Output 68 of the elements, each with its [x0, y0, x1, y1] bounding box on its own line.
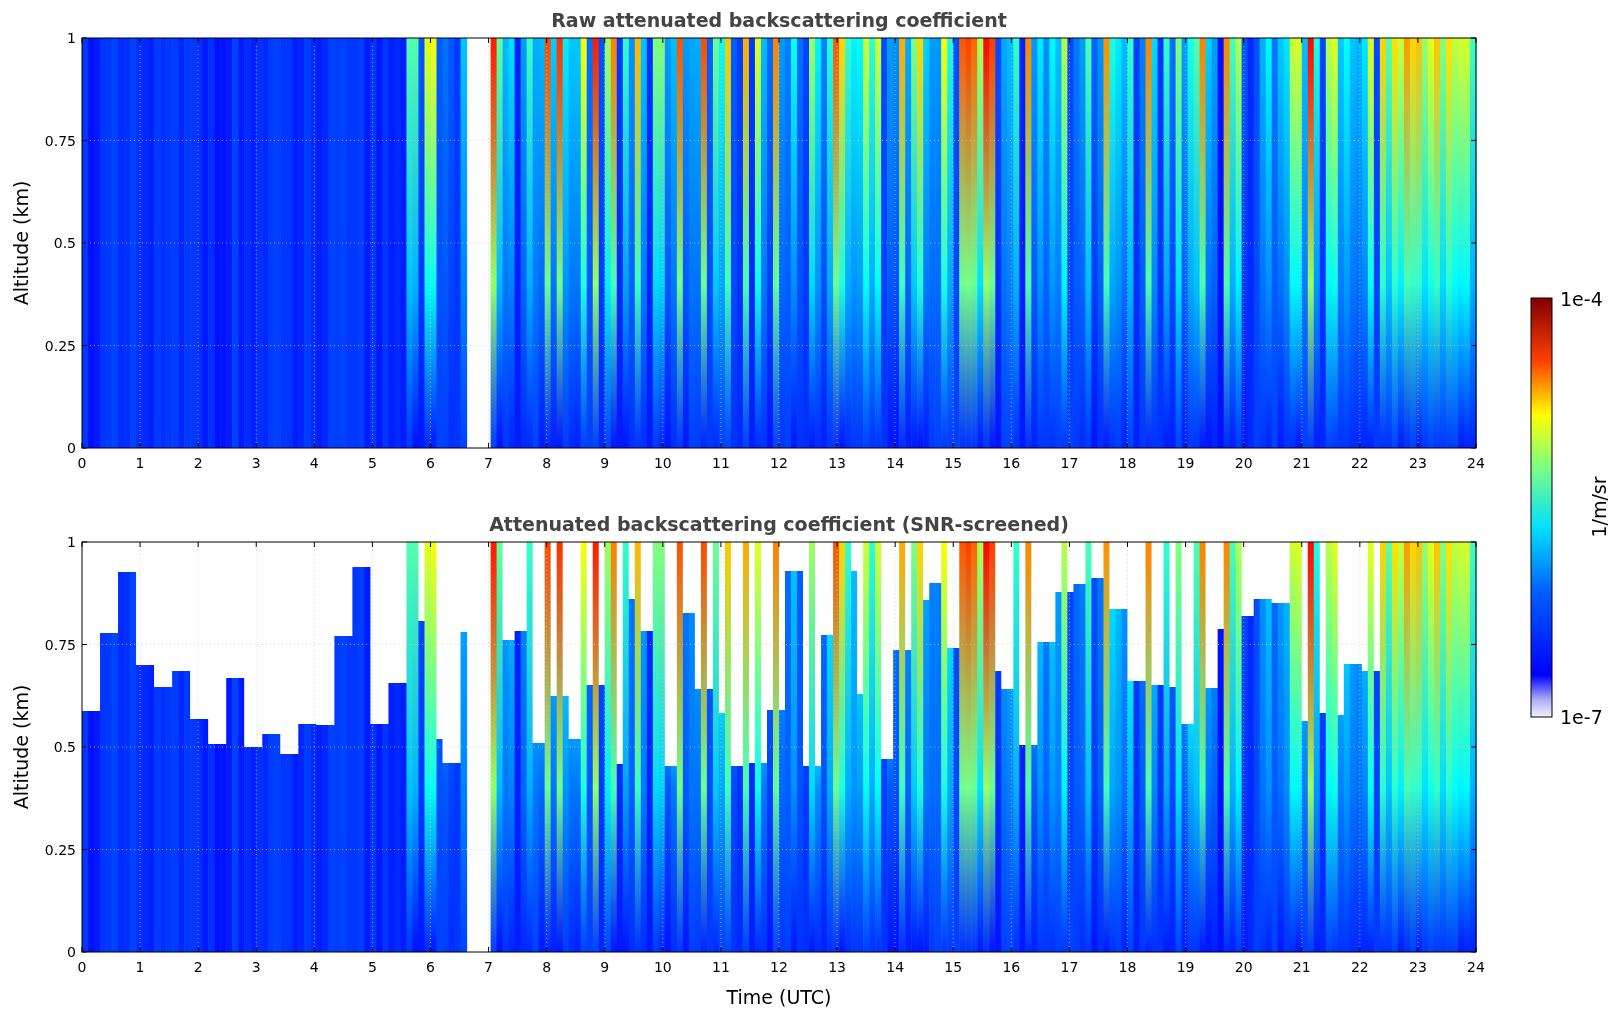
tick-label: 7 — [484, 959, 494, 975]
tick-label: 1 — [135, 959, 145, 975]
tick-label: 0.75 — [44, 132, 76, 149]
tick-label: 21 — [1292, 455, 1311, 471]
tick-label: 23 — [1409, 959, 1427, 975]
tick-label: 16 — [1002, 959, 1021, 975]
tick-label: 0 — [67, 440, 76, 456]
tick-label: 0.5 — [53, 739, 76, 755]
tick-label: 2 — [193, 455, 203, 471]
tick-label: 17 — [1060, 455, 1079, 471]
tick-label: 0 — [77, 455, 87, 471]
tick-label: 0.25 — [44, 841, 76, 858]
tick-label: 21 — [1292, 959, 1311, 975]
tick-label: 8 — [542, 455, 552, 471]
tick-label: 3 — [251, 959, 261, 975]
tick-label: 23 — [1409, 455, 1427, 471]
tick-label: 7 — [484, 455, 494, 471]
tick-label: 12 — [770, 959, 788, 975]
tick-label: 14 — [886, 455, 905, 471]
tick-label: 22 — [1350, 959, 1369, 975]
tick-label: 0 — [77, 959, 87, 975]
tick-label: 0.5 — [53, 235, 76, 251]
tick-label: 11 — [712, 455, 730, 471]
axis-label: Altitude (km) — [10, 684, 32, 810]
tick-label: 1e-7 — [1560, 706, 1603, 728]
tick-label: 12 — [770, 455, 788, 471]
tick-label: 0.25 — [44, 337, 76, 354]
tick-label: 3 — [251, 455, 261, 471]
tick-label: 5 — [367, 455, 377, 471]
tick-label: 4 — [309, 455, 319, 471]
tick-label: 16 — [1002, 455, 1021, 471]
tick-label: 13 — [828, 455, 846, 471]
tick-label: 20 — [1234, 959, 1253, 975]
tick-label: 6 — [426, 455, 435, 471]
tick-label: 15 — [944, 959, 963, 975]
tick-label: 0.75 — [44, 636, 76, 653]
tick-label: 5 — [367, 959, 377, 975]
tick-label: 9 — [600, 455, 610, 471]
tick-label: 8 — [542, 959, 552, 975]
axis-label: 1/m/sr — [1588, 476, 1610, 538]
tick-label: 14 — [886, 959, 905, 975]
tick-label: 15 — [944, 455, 963, 471]
tick-label: 1 — [67, 30, 76, 46]
chart-title: Raw attenuated backscattering coefficient — [551, 9, 1007, 31]
tick-label: 19 — [1176, 959, 1195, 975]
tick-label: 9 — [600, 959, 610, 975]
tick-label: 17 — [1060, 959, 1079, 975]
tick-label: 10 — [653, 959, 672, 975]
tick-label: 4 — [309, 959, 319, 975]
tick-label: 6 — [426, 959, 435, 975]
tick-label: 1 — [67, 534, 76, 550]
tick-label: 18 — [1118, 959, 1137, 975]
tick-label: 2 — [193, 959, 203, 975]
tick-label: 24 — [1467, 959, 1485, 975]
tick-label: 1e-4 — [1560, 288, 1603, 310]
tick-label: 20 — [1234, 455, 1253, 471]
tick-label: 22 — [1350, 455, 1369, 471]
tick-label: 19 — [1176, 455, 1195, 471]
axis-label: Time (UTC) — [726, 986, 832, 1008]
chart-title: Attenuated backscattering coefficient (SNR-screened) — [489, 513, 1069, 535]
tick-label: 10 — [653, 455, 672, 471]
tick-label: 18 — [1118, 455, 1137, 471]
tick-label: 0 — [67, 944, 76, 960]
tick-label: 24 — [1467, 455, 1485, 471]
tick-label: 13 — [828, 959, 846, 975]
axis-label: Altitude (km) — [10, 180, 32, 306]
tick-label: 1 — [135, 455, 145, 471]
tick-label: 11 — [712, 959, 730, 975]
